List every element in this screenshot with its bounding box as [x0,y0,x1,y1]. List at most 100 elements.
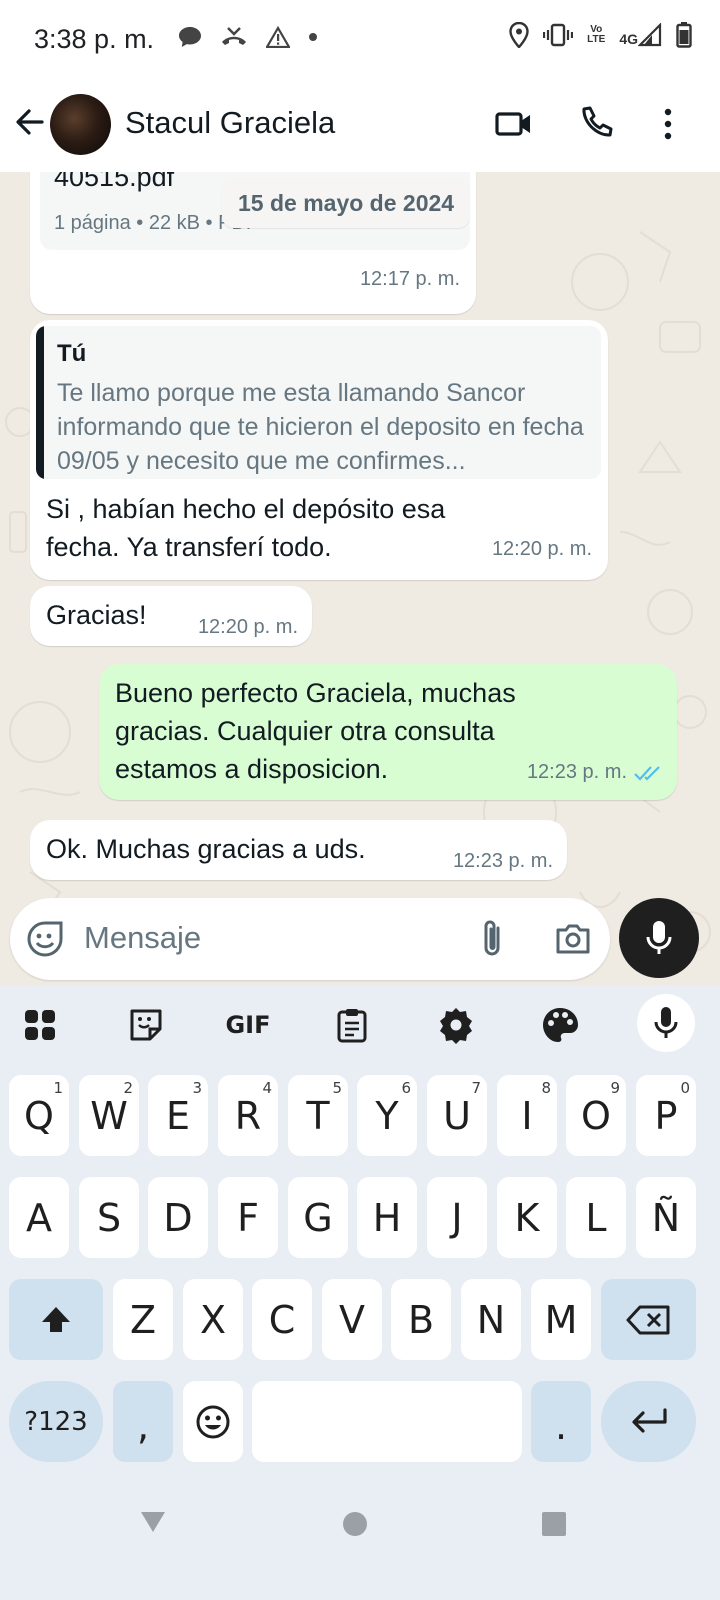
enter-key[interactable] [601,1381,696,1462]
key-l[interactable]: L [566,1177,626,1258]
sticker-icon[interactable] [124,1003,168,1047]
key-u[interactable]: U7 [427,1075,487,1156]
key-o[interactable]: O9 [566,1075,626,1156]
key-j[interactable]: J [427,1177,487,1258]
key-v[interactable]: V [322,1279,382,1360]
chat-header: Stacul Graciela [0,80,720,172]
clipboard-icon[interactable] [330,1003,374,1047]
key-e[interactable]: E3 [148,1075,208,1156]
settings-icon[interactable] [434,1003,478,1047]
key-m[interactable]: M [531,1279,591,1360]
message-text: Ok. Muchas gracias a uds. [46,834,366,864]
navigation-bar [0,1465,720,1600]
notification-icons [178,26,318,48]
key-a[interactable]: A [9,1177,69,1258]
recents-square-icon[interactable] [541,1511,567,1537]
message-time: 12:23 p. m. [526,761,627,783]
space-key[interactable] [252,1381,522,1462]
message-input[interactable]: Mensaje [10,898,610,980]
key-k[interactable]: K [497,1177,557,1258]
key-y[interactable]: Y6 [357,1075,417,1156]
key-c[interactable]: C [252,1279,312,1360]
camera-icon[interactable] [554,920,592,956]
shift-icon [42,1306,70,1332]
symbols-key[interactable]: ?123 [9,1381,103,1462]
emoji-icon [196,1405,230,1438]
video-call-icon[interactable] [494,104,534,144]
battery-icon [676,22,692,48]
warning-icon [266,26,290,48]
quote-text: Te llamo porque me esta llamando Sancor … [57,379,584,475]
quoted-message[interactable]: Tú Te llamo porque me esta llamando Sanc… [36,326,601,479]
volte-icon: Vo LTE [587,24,606,45]
key-q[interactable]: Q1 [9,1075,69,1156]
key-z[interactable]: Z [113,1279,173,1360]
contact-name[interactable]: Stacul Graciela [125,105,335,141]
quote-author: Tú [57,340,87,367]
voice-input-icon[interactable] [637,994,695,1052]
dot-icon [309,33,317,41]
system-icons: Vo LTE 4G [509,22,692,48]
home-circle-icon[interactable] [342,1511,368,1537]
message-placeholder: Mensaje [84,920,202,955]
outgoing-message[interactable]: Bueno perfecto Graciela, muchas gracias.… [99,664,677,800]
key-f[interactable]: F [218,1177,278,1258]
vibrate-icon [543,23,574,47]
voice-record-button[interactable] [619,898,699,978]
backspace-key[interactable] [601,1279,696,1360]
arrow-back-icon[interactable] [12,104,48,140]
key-i[interactable]: I8 [497,1075,557,1156]
key-d[interactable]: D [148,1177,208,1258]
emoji-sticker-icon[interactable] [26,920,64,958]
read-receipt-icon [634,766,660,781]
shift-key[interactable] [9,1279,103,1360]
keyboard: GIF Q1 W2 E3 R4 T5 Y6 U7 I8 O9 P0 A S D … [0,985,720,1465]
incoming-message[interactable]: Ok. Muchas gracias a uds. 12:23 p. m. [30,820,567,880]
backspace-icon [626,1305,669,1334]
message-text: Gracias! [46,600,147,630]
enter-icon [631,1407,667,1433]
key-t[interactable]: T5 [288,1075,348,1156]
key-r[interactable]: R4 [218,1075,278,1156]
gif-icon[interactable]: GIF [225,1003,270,1047]
key-s[interactable]: S [79,1177,139,1258]
apps-grid-icon[interactable] [18,1003,62,1047]
message-time: 12:23 p. m. [452,850,553,872]
key-enye[interactable]: Ñ [636,1177,696,1258]
key-n[interactable]: N [461,1279,521,1360]
incoming-message[interactable]: Gracias! 12:20 p. m. [30,586,312,646]
emoji-key[interactable] [183,1381,243,1462]
message-time: 12:17 p. m. [359,268,460,290]
chat-area[interactable]: comprobante000007320402 40515.pdf 1 pági… [0,172,720,1005]
theme-palette-icon[interactable] [538,1003,582,1047]
location-icon [509,22,529,48]
key-g[interactable]: G [288,1177,348,1258]
message-time: 12:20 p. m. [197,616,298,638]
quote-bar [36,326,44,479]
message-text: Si , habían hecho el depósito esa fecha.… [46,494,446,562]
avatar[interactable] [50,94,111,155]
document-name: 40515.pdf [54,172,175,192]
key-h[interactable]: H [357,1177,417,1258]
back-triangle-icon[interactable] [139,1510,167,1534]
key-b[interactable]: B [391,1279,451,1360]
missed-call-icon [222,27,246,45]
period-key[interactable]: . [531,1381,591,1462]
message-bubble-icon [179,27,201,47]
status-time: 3:38 p. m. [34,24,155,54]
more-vert-icon[interactable] [656,104,680,144]
status-bar: 3:38 p. m. Vo LTE 4G [0,0,720,80]
phone-icon[interactable] [576,104,616,144]
signal-icon: 4G [619,23,662,47]
reply-message[interactable]: Tú Te llamo porque me esta llamando Sanc… [30,320,608,580]
keyboard-toolbar: GIF [0,985,720,1063]
mic-icon [646,921,672,954]
comma-key[interactable]: , [113,1381,173,1462]
date-chip: 15 de mayo de 2024 [222,178,471,228]
key-x[interactable]: X [183,1279,243,1360]
key-p[interactable]: P0 [636,1075,696,1156]
message-time: 12:20 p. m. [491,538,592,560]
key-w[interactable]: W2 [79,1075,139,1156]
message-text: Bueno perfecto Graciela, muchas gracias.… [115,678,516,784]
attach-icon[interactable] [478,918,508,960]
